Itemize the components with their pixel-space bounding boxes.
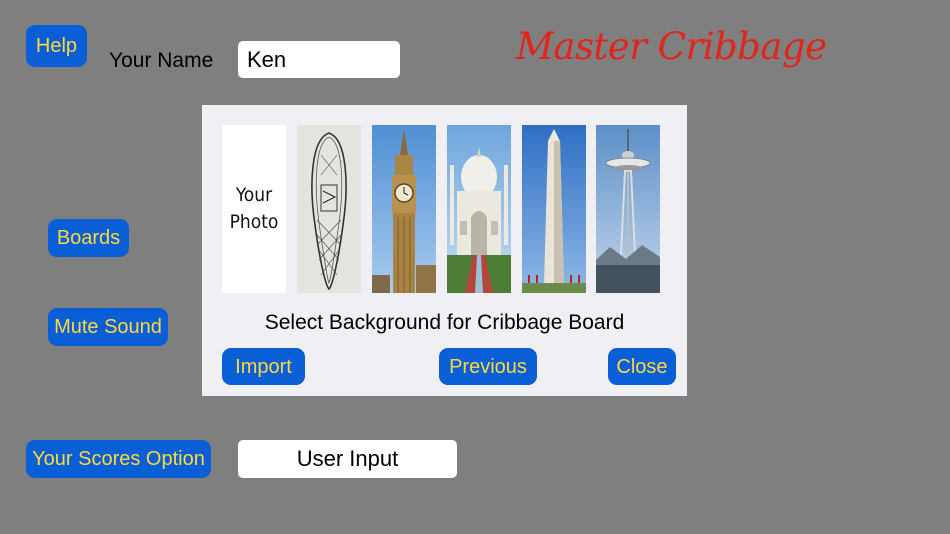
washington-monument-image: [522, 125, 586, 293]
dialog-caption: Select Background for Cribbage Board: [264, 311, 625, 334]
name-input[interactable]: Ken: [238, 41, 400, 78]
taj-mahal-thumbnail[interactable]: [447, 125, 511, 293]
your-photo-line2: Photo: [229, 211, 279, 233]
background-selection-dialog: Your Photo Select Background for Cribbag…: [202, 105, 687, 396]
big-ben-thumbnail[interactable]: [372, 125, 436, 293]
big-ben-image: [372, 125, 436, 293]
space-needle-thumbnail[interactable]: [596, 125, 660, 293]
mute-sound-button[interactable]: Mute Sound: [48, 308, 168, 346]
scores-option-value-text: User Input: [296, 446, 399, 471]
your-name-label: Your Name: [109, 49, 214, 72]
space-needle-image: [596, 125, 660, 293]
snowshoe-image: [297, 125, 361, 293]
name-input-value: Ken: [247, 46, 287, 72]
close-button[interactable]: Close: [608, 348, 676, 385]
your-photo-line1: Your: [235, 184, 273, 207]
taj-mahal-image: [447, 125, 511, 293]
previous-button[interactable]: Previous: [439, 348, 537, 385]
app-title: Master Cribbage: [516, 25, 827, 68]
boards-button[interactable]: Boards: [48, 219, 129, 257]
scores-option-value[interactable]: User Input: [238, 440, 457, 478]
help-button[interactable]: Help: [26, 25, 87, 67]
import-button[interactable]: Import: [222, 348, 305, 385]
washington-monument-thumbnail[interactable]: [522, 125, 586, 293]
snowshoe-thumbnail[interactable]: [297, 125, 361, 293]
your-photo-thumbnail[interactable]: Your Photo: [222, 125, 286, 293]
scores-option-button[interactable]: Your Scores Option: [26, 440, 211, 478]
